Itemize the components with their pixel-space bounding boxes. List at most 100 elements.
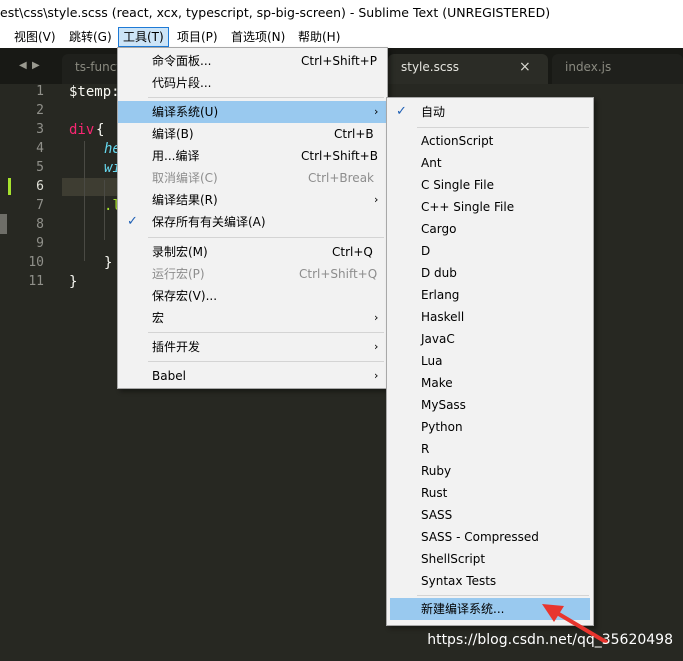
line-number: 7 xyxy=(36,198,44,213)
build-system-automatic[interactable]: ✓ 自动 xyxy=(387,101,593,123)
build-system-item[interactable]: C++ Single File xyxy=(387,196,593,218)
build-system-item[interactable]: Syntax Tests xyxy=(387,570,593,592)
line-number: 2 xyxy=(36,103,44,118)
submenu-arrow-icon: › xyxy=(374,340,379,353)
menu-item-build-with[interactable]: 用...编译 Ctrl+Shift+B xyxy=(118,145,387,167)
menu-item-label: D xyxy=(421,244,431,258)
menu-item-record-macro[interactable]: 录制宏(M) Ctrl+Q xyxy=(118,241,387,263)
menu-item-label: Ruby xyxy=(421,464,452,478)
build-system-item[interactable]: Make xyxy=(387,372,593,394)
build-system-item[interactable]: Python xyxy=(387,416,593,438)
submenu-arrow-icon: › xyxy=(374,105,379,118)
menu-item-shortcut: Ctrl+B xyxy=(334,127,374,141)
build-system-item[interactable]: C Single File xyxy=(387,174,593,196)
menu-tools[interactable]: 工具(T) xyxy=(118,27,169,47)
menu-item-label: SASS xyxy=(421,508,453,522)
menu-item-label: 命令面板... xyxy=(152,54,212,68)
menu-project[interactable]: 项目(P) xyxy=(177,28,218,46)
menu-item-save-all-on-build[interactable]: ✓ 保存所有有关编译(A) xyxy=(118,211,387,233)
tab-close-icon[interactable]: × xyxy=(519,54,531,80)
menu-item-save-macro[interactable]: 保存宏(V)... xyxy=(118,285,387,307)
title-bar: est\css\style.scss (react, xcx, typescri… xyxy=(0,0,683,26)
menu-item-label: Make xyxy=(421,376,453,390)
tools-menu: 命令面板... Ctrl+Shift+P 代码片段... 编译系统(U) › 编… xyxy=(117,47,388,389)
menu-preferences[interactable]: 首选项(N) xyxy=(231,28,285,46)
tab-label: index.js xyxy=(565,60,612,74)
menu-item-build[interactable]: 编译(B) Ctrl+B xyxy=(118,123,387,145)
build-system-item[interactable]: MySass xyxy=(387,394,593,416)
menu-item-build-system[interactable]: 编译系统(U) › xyxy=(118,101,387,123)
menu-item-playback-macro[interactable]: 运行宏(P) Ctrl+Shift+Q xyxy=(118,263,387,285)
menu-item-label: 编译(B) xyxy=(152,127,194,141)
build-system-item[interactable]: Ruby xyxy=(387,460,593,482)
build-system-item[interactable]: Rust xyxy=(387,482,593,504)
line-number: 9 xyxy=(36,236,44,251)
build-system-item[interactable]: SASS - Compressed xyxy=(387,526,593,548)
submenu-arrow-icon: › xyxy=(374,369,379,382)
menu-separator xyxy=(148,332,384,333)
menu-item-label: 新建编译系统... xyxy=(421,602,505,616)
code-line-3-brace[interactable]: { xyxy=(96,122,104,138)
build-system-item[interactable]: Ant xyxy=(387,152,593,174)
menu-item-label: 编译结果(R) xyxy=(152,193,218,207)
build-system-item[interactable]: SASS xyxy=(387,504,593,526)
menu-goto[interactable]: 跳转(G) xyxy=(69,28,112,46)
menu-item-label: 代码片段... xyxy=(152,76,212,90)
menu-item-babel[interactable]: Babel › xyxy=(118,365,387,387)
current-line-highlight xyxy=(62,178,124,196)
menu-item-command-palette[interactable]: 命令面板... Ctrl+Shift+P xyxy=(118,50,387,72)
line-number: 11 xyxy=(28,274,44,289)
build-system-item[interactable]: Cargo xyxy=(387,218,593,240)
code-line-11[interactable]: } xyxy=(69,274,77,290)
check-icon: ✓ xyxy=(396,104,407,119)
menu-item-label: R xyxy=(421,442,430,456)
code-line-1[interactable]: $temp: xyxy=(69,84,120,100)
menu-item-label: 保存宏(V)... xyxy=(152,289,218,303)
menu-item-label: 宏 xyxy=(152,311,165,325)
menu-item-label: Syntax Tests xyxy=(421,574,497,588)
tab-style-scss[interactable]: style.scss × xyxy=(388,54,548,84)
line-number: 8 xyxy=(36,217,44,232)
menu-item-label: JavaC xyxy=(421,332,455,346)
menu-item-shortcut: Ctrl+Shift+Q xyxy=(299,267,378,281)
build-system-item[interactable]: R xyxy=(387,438,593,460)
build-system-item[interactable]: ShellScript xyxy=(387,548,593,570)
line-number: 1 xyxy=(36,84,44,99)
build-system-item[interactable]: Lua xyxy=(387,350,593,372)
menu-item-label: Ant xyxy=(421,156,442,170)
menu-separator xyxy=(417,595,589,596)
menu-item-label: 自动 xyxy=(421,105,446,119)
tab-index-js[interactable]: index.js xyxy=(552,54,683,84)
menu-item-developer[interactable]: 插件开发 › xyxy=(118,336,387,358)
menu-help[interactable]: 帮助(H) xyxy=(298,28,340,46)
tab-scroll-right-icon[interactable]: ▶ xyxy=(32,60,40,71)
menu-item-label: 插件开发 xyxy=(152,340,201,354)
menu-item-label: Python xyxy=(421,420,463,434)
tab-scroll-left-icon[interactable]: ◀ xyxy=(19,60,27,71)
build-system-item[interactable]: ActionScript xyxy=(387,130,593,152)
menu-view[interactable]: 视图(V) xyxy=(14,28,56,46)
menu-item-label: 录制宏(M) xyxy=(152,245,208,259)
build-system-item[interactable]: Haskell xyxy=(387,306,593,328)
menu-item-build-results[interactable]: 编译结果(R) › xyxy=(118,189,387,211)
build-system-item[interactable]: JavaC xyxy=(387,328,593,350)
line-number: 10 xyxy=(28,255,44,270)
build-system-item[interactable]: Erlang xyxy=(387,284,593,306)
menu-item-snippets[interactable]: 代码片段... xyxy=(118,72,387,94)
menu-item-cancel-build[interactable]: 取消编译(C) Ctrl+Break xyxy=(118,167,387,189)
build-system-item[interactable]: D dub xyxy=(387,262,593,284)
menu-item-macros[interactable]: 宏 › xyxy=(118,307,387,329)
submenu-arrow-icon: › xyxy=(374,311,379,324)
menu-separator xyxy=(148,97,384,98)
check-icon: ✓ xyxy=(127,214,138,229)
indent-guide xyxy=(84,141,85,261)
code-line-3-tag[interactable]: div xyxy=(69,122,94,138)
line-number-current: 6 xyxy=(36,179,44,194)
menu-item-label: 取消编译(C) xyxy=(152,171,218,185)
build-system-item[interactable]: D xyxy=(387,240,593,262)
window-title: est\css\style.scss (react, xcx, typescri… xyxy=(0,5,551,20)
menu-bar: ı 视图(V) 跳转(G) 工具(T) 项目(P) 首选项(N) 帮助(H) xyxy=(0,26,683,48)
tab-ts-functions[interactable]: ts-functio xyxy=(62,54,132,84)
code-line-10[interactable]: } xyxy=(104,255,112,271)
menu-item-label: 运行宏(P) xyxy=(152,267,205,281)
